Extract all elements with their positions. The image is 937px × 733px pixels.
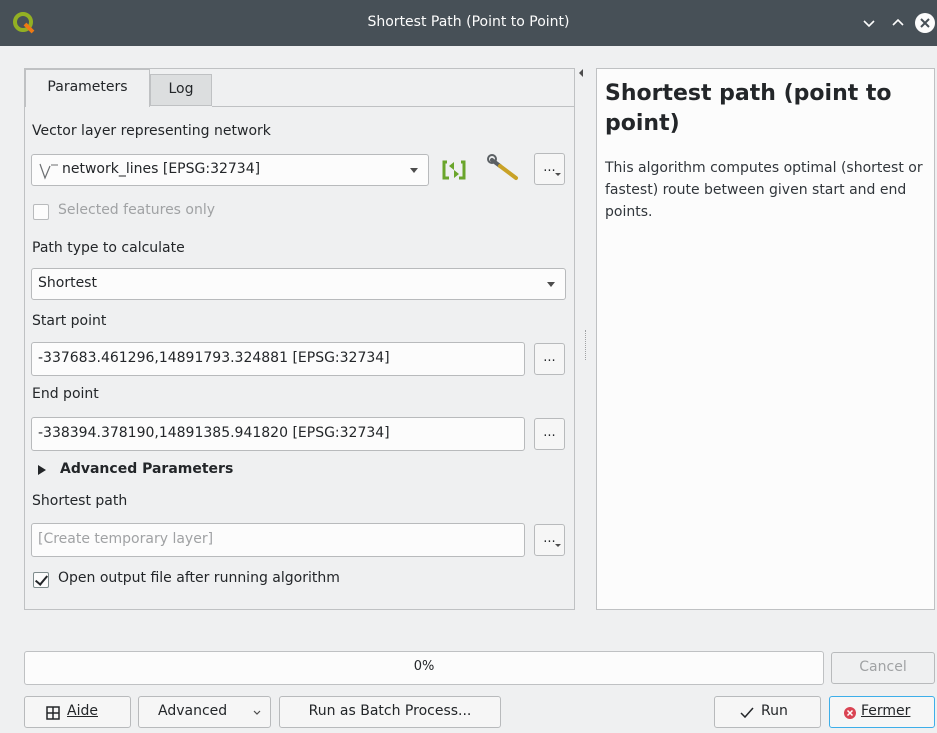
start-point-label: Start point <box>32 313 107 329</box>
chevron-down-icon[interactable] <box>858 12 880 34</box>
run-button[interactable]: Run <box>714 696 821 728</box>
end-point-label: End point <box>32 386 99 402</box>
dots-label: ... <box>543 531 556 546</box>
help-panel: Shortest path (point to point) This algo… <box>596 68 935 610</box>
tab-log[interactable]: Log <box>150 74 212 106</box>
advanced-button[interactable]: Advanced <box>138 696 271 728</box>
dots-label: ... <box>543 425 556 440</box>
start-point-pick-button[interactable]: ... <box>534 343 565 375</box>
help-book-icon <box>46 706 60 720</box>
network-layer-label: Vector layer representing network <box>32 123 271 139</box>
end-point-input[interactable]: -338394.378190,14891385.941820 [EPSG:327… <box>31 417 525 451</box>
splitter-handle[interactable] <box>585 330 587 360</box>
help-button-label: Aide <box>67 703 98 719</box>
open-output-checkbox[interactable] <box>33 572 49 588</box>
wrench-icon[interactable] <box>486 152 522 184</box>
progress-text: 0% <box>413 659 435 674</box>
help-text: This algorithm computes optimal (shortes… <box>605 160 923 220</box>
path-type-combo[interactable]: Shortest <box>31 268 566 300</box>
dots-label: ... <box>543 350 556 365</box>
collapse-arrow-icon[interactable] <box>577 68 585 78</box>
expand-triangle-icon[interactable] <box>37 464 47 476</box>
close-button[interactable]: Fermer <box>829 696 935 728</box>
selected-features-label: Selected features only <box>58 202 216 218</box>
network-layer-combo[interactable]: network_lines [EPSG:32734] <box>31 154 429 186</box>
menu-arrow-icon <box>555 544 561 547</box>
advanced-parameters-toggle[interactable]: Advanced Parameters <box>60 461 233 477</box>
tab-divider <box>212 106 574 107</box>
open-output-label: Open output file after running algorithm <box>58 570 340 586</box>
close-icon[interactable] <box>914 12 936 34</box>
window-title: Shortest Path (Point to Point) <box>367 14 570 30</box>
end-point-pick-button[interactable]: ... <box>534 418 565 450</box>
close-circle-icon <box>844 707 856 719</box>
output-browse-button[interactable]: ... <box>534 524 565 556</box>
network-layer-browse-button[interactable]: ... <box>534 153 565 185</box>
selected-features-checkbox[interactable] <box>33 204 49 220</box>
output-destination-input[interactable]: [Create temporary layer] <box>31 523 525 557</box>
dropdown-arrow-icon <box>410 168 418 173</box>
network-layer-value: network_lines [EPSG:32734] <box>62 161 261 177</box>
path-type-value: Shortest <box>38 275 97 291</box>
batch-process-button[interactable]: Run as Batch Process... <box>279 696 501 728</box>
checkmark-icon <box>740 707 754 719</box>
line-layer-icon <box>39 163 58 180</box>
menu-arrow-icon <box>555 173 561 176</box>
progress-bar: 0% <box>24 651 824 685</box>
run-button-label: Run <box>761 703 788 719</box>
help-title: Shortest path (point to point) <box>605 81 892 136</box>
chevron-up-icon[interactable] <box>887 12 909 34</box>
start-point-input[interactable]: -337683.461296,14891793.324881 [EPSG:327… <box>31 342 525 376</box>
output-label: Shortest path <box>32 493 128 509</box>
help-button[interactable]: Aide <box>24 696 131 728</box>
cancel-button[interactable]: Cancel <box>831 652 935 684</box>
dots-label: ... <box>543 160 556 175</box>
advanced-button-label: Advanced <box>158 703 228 719</box>
tab-parameters[interactable]: Parameters <box>25 69 150 107</box>
close-button-label: Fermer <box>861 703 911 719</box>
chevron-down-icon <box>253 710 261 715</box>
path-type-label: Path type to calculate <box>32 240 185 256</box>
title-bar: Shortest Path (Point to Point) <box>0 0 937 46</box>
dropdown-arrow-icon <box>547 282 555 287</box>
iterate-icon[interactable] <box>440 156 468 184</box>
